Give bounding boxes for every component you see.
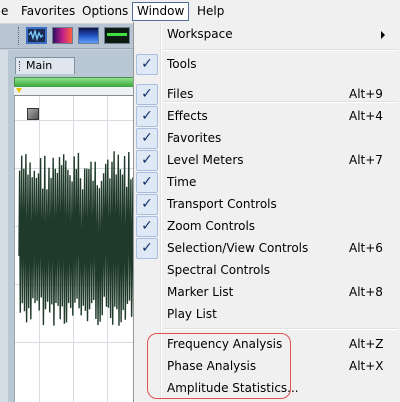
menu-item-label: Play List [167,307,217,321]
menu-item-label: Time [167,175,197,189]
menu-item-play-list[interactable]: Play List [134,304,400,326]
menu-item-transport-controls[interactable]: ✓ Transport Controls [134,194,400,216]
menu-item-label: Workspace [167,27,233,41]
checkmark-icon: ✓ [136,84,158,105]
menu-item-tools[interactable]: ✓ Tools [134,54,400,76]
menu-separator [164,101,398,103]
menu-separator [164,49,398,51]
menu-item-selection-view-controls[interactable]: ✓ Selection/View Controls Alt+6 [134,238,400,260]
menu-item-marker-list[interactable]: Marker List Alt+8 [134,282,400,304]
panel-edge [0,50,8,402]
checkmark-icon: ✓ [136,128,158,149]
timeline-ruler[interactable] [14,87,134,96]
tab-main[interactable]: Main [15,57,75,74]
submenu-arrow-icon [381,31,385,39]
menu-help[interactable]: Help [193,3,228,20]
checkmark-icon: ✓ [136,238,158,259]
menu-item-time[interactable]: ✓ Time [134,172,400,194]
menu-item-shortcut: Alt+Z [349,337,384,351]
menu-item-label: Files [167,87,194,101]
menu-item-workspace[interactable]: Workspace [134,24,400,46]
menu-item-label: Transport Controls [167,197,277,211]
menu-item-effects[interactable]: ✓ Effects Alt+4 [134,106,400,128]
menu-item-shortcut: Alt+9 [349,87,383,101]
spectral-pan-icon[interactable] [78,27,99,44]
checkmark-icon: ✓ [136,150,158,171]
waveform-trace [18,151,135,326]
checkmark-icon: ✓ [136,216,158,237]
menu-item-shortcut: Alt+8 [349,285,383,299]
menu-item-shortcut: Alt+6 [349,241,383,255]
menu-item-label: Marker List [167,285,234,299]
menu-window[interactable]: Window [132,2,190,21]
menu-item-zoom-controls[interactable]: ✓ Zoom Controls [134,216,400,238]
view-toolbar [0,24,134,49]
menu-item-level-meters[interactable]: ✓ Level Meters Alt+7 [134,150,400,172]
menu-item-shortcut: Alt+X [349,359,384,373]
checkmark-icon: ✓ [136,194,158,215]
menu-separator [164,328,398,330]
menu-item-label: Zoom Controls [167,219,256,233]
menu-item-favorites[interactable]: ✓ Favorites [134,128,400,150]
menu-edit[interactable]: e [0,3,12,20]
menubar: e Favorites Options Window Help [0,0,400,24]
track-marker-icon[interactable] [27,108,39,120]
spectral-view-icon[interactable] [52,27,73,44]
checkmark-icon: ✓ [136,54,158,75]
menu-item-label: Level Meters [167,153,244,167]
level-view-icon[interactable] [104,27,130,44]
menu-item-shortcut: Alt+4 [349,109,383,123]
menu-options[interactable]: Options [78,3,132,20]
menu-item-spectral-controls[interactable]: Spectral Controls [134,260,400,282]
playhead-marker-icon[interactable] [16,88,22,93]
toolbar-grip[interactable] [18,27,23,45]
menu-item-shortcut: Alt+7 [349,153,383,167]
tab-grip[interactable] [19,61,23,71]
menu-favorites[interactable]: Favorites [17,3,79,20]
menu-item-label: Selection/View Controls [167,241,309,255]
annotation-ring [147,333,291,399]
checkmark-icon: ✓ [136,106,158,127]
menu-item-label: Spectral Controls [167,263,270,277]
waveform-display[interactable] [14,96,135,402]
checkmark-icon: ✓ [136,172,158,193]
menu-item-label: Effects [167,109,208,123]
menu-item-label: Tools [167,57,197,71]
menu-item-label: Favorites [167,131,222,145]
waveform-view-icon[interactable] [26,27,47,44]
tab-main-label: Main [26,59,53,72]
